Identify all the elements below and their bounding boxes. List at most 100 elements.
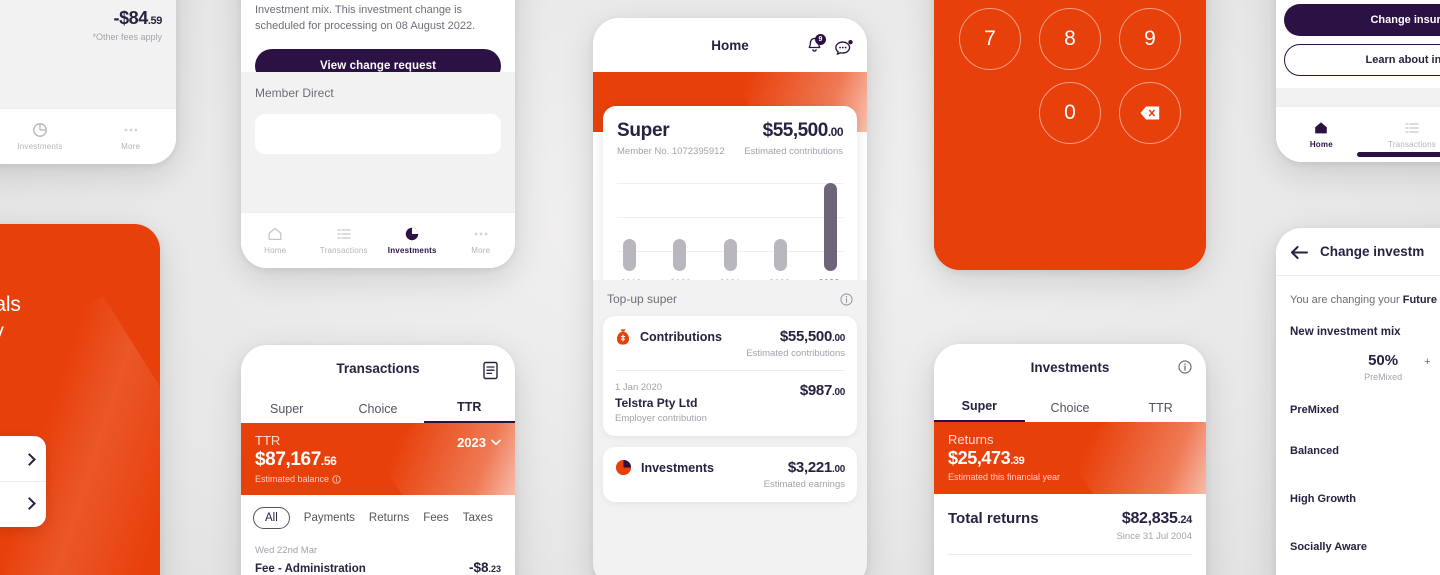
hero-amount: $25,473 (948, 448, 1011, 468)
ttr-balance-hero: TTR $87,167.56 Estimated balance 2023 (241, 423, 515, 495)
phone-transactions-screen: Transactions Super Choice TTR TTR $87,16… (241, 345, 515, 575)
home-indicator (1357, 152, 1440, 157)
list-item[interactable]: ons e app (0, 438, 46, 481)
home-icon (268, 227, 282, 241)
info-icon[interactable] (1178, 360, 1192, 374)
member-number: Member No. 1072395912 (617, 146, 725, 157)
super-summary-card[interactable]: Super Member No. 1072395912 $55,500.00 E… (603, 106, 857, 303)
nav-item-more[interactable]: More (447, 226, 516, 255)
filter-chip-payments[interactable]: Payments (304, 512, 355, 524)
phone-investment-mix-screen: Change investm You are changing your Fut… (1276, 228, 1440, 575)
year-value: 2023 (457, 435, 486, 450)
divider (948, 554, 1192, 555)
info-icon[interactable] (840, 292, 853, 306)
total-returns-row: Total returns $82,835.24 Since 31 Jul 20… (934, 494, 1206, 542)
investments-header: Investments (934, 344, 1206, 390)
total-returns-label: Total returns (948, 510, 1039, 527)
backspace-icon (1140, 106, 1160, 120)
chat-bubble-icon[interactable] (833, 39, 853, 58)
tab-ttr[interactable]: TTR (1115, 401, 1206, 422)
super-amount-cents: .00 (827, 125, 844, 139)
chevron-down-icon (491, 439, 501, 446)
key-7[interactable]: 7 (959, 8, 1021, 70)
nav-item-transactions[interactable]: Transactions (310, 226, 379, 255)
key-delete[interactable] (1119, 82, 1181, 144)
nav-label: Transactions (319, 246, 368, 255)
transaction-row[interactable]: Wed 22nd Mar Fee - Administration -$8.23 (241, 539, 515, 575)
super-heading: Super (617, 120, 670, 141)
hero-amount-cents: .39 (1010, 455, 1025, 467)
key-8[interactable]: 8 (1039, 8, 1101, 70)
change-insurance-button[interactable]: Change insuran (1284, 4, 1440, 36)
divider (615, 370, 845, 371)
mix-note-prefix: You are changing your (1290, 294, 1403, 306)
nav-item-investments[interactable]: Investments (5, 122, 75, 151)
screenshot-canvas: -$84.59 *Other fees apply ons Investment… (0, 0, 1440, 575)
page-title: Home (711, 37, 749, 53)
hero-label: Returns (948, 432, 994, 447)
document-icon[interactable] (482, 361, 499, 380)
numeric-keypad: 7 8 9 0 (934, 8, 1206, 144)
filter-chip-fees[interactable]: Fees (423, 512, 449, 524)
nav-item-more[interactable]: More (96, 122, 166, 151)
key-9[interactable]: 9 (1119, 8, 1181, 70)
nav-label: Investments (387, 246, 437, 255)
investments-amount: $3,221 (787, 459, 832, 476)
notifications-button[interactable]: 9 (805, 34, 826, 60)
money-bag-icon (617, 329, 629, 345)
pie-chart-icon (406, 227, 419, 241)
arrow-left-icon[interactable] (1290, 245, 1308, 260)
entry-date: 1 Jan 2020 (615, 382, 663, 393)
nav-item-investments[interactable]: Investments (378, 226, 447, 255)
filter-chip-returns[interactable]: Returns (369, 512, 409, 524)
investment-mix-header: Change investm (1276, 228, 1440, 276)
hero-amount-cents: .56 (320, 454, 337, 468)
transaction-amount-cents: .23 (488, 564, 501, 574)
entry-amount-cents: .00 (831, 387, 845, 398)
option-row-balanced: Balanced (1290, 438, 1440, 464)
contributions-amount: $55,500 (779, 328, 832, 345)
transaction-date: Wed 22nd Mar (255, 545, 318, 556)
member-direct-label: Member Direct (255, 86, 334, 100)
transaction-name: Fee - Administration (255, 563, 366, 575)
year-selector[interactable]: 2023 (457, 435, 501, 450)
investments-sub: Estimated earnings (763, 479, 845, 490)
group-label-premixed: PreMixed (1290, 404, 1339, 416)
pie-chart-icon (33, 123, 47, 137)
option-label: High Growth (1290, 493, 1356, 505)
fee-footnote: *Other fees apply (92, 32, 162, 42)
contributions-amount-cents: .00 (831, 333, 845, 344)
key-0[interactable]: 0 (1039, 82, 1101, 144)
learn-about-insurance-button[interactable]: Learn about insur (1284, 44, 1440, 76)
contributions-card[interactable]: Contributions $55,500.00 Estimated contr… (603, 316, 857, 436)
ellipsis-icon (474, 232, 488, 236)
super-amount: $55,500 (762, 120, 829, 141)
contributions-bar-chart (617, 171, 843, 271)
chart-bar-2023 (824, 183, 837, 271)
nav-item-transactions[interactable]: Transactions (1377, 120, 1440, 149)
filter-chip-all[interactable]: All (253, 507, 290, 529)
nav-item-home[interactable]: Home (1286, 120, 1356, 149)
tab-choice[interactable]: Choice (332, 402, 423, 423)
list-item[interactable]: Statement bout you (0, 481, 46, 525)
contribution-entry[interactable]: 1 Jan 2020 Telstra Pty Ltd Employer cont… (615, 382, 845, 424)
info-icon[interactable] (332, 474, 341, 484)
returns-hero: Returns $25,473.39 Estimated this financ… (934, 422, 1206, 494)
contributions-label: Contributions (640, 330, 722, 344)
filter-chip-taxes[interactable]: Taxes (463, 512, 493, 524)
entry-description: Employer contribution (615, 413, 707, 424)
change-request-message: You submitted a request to change your I… (255, 3, 476, 32)
nav-item-home[interactable]: Home (241, 226, 310, 255)
tab-super[interactable]: Super (934, 399, 1025, 422)
mix-premixed: 50% PreMixed (1364, 352, 1402, 382)
super-amount-sub: Estimated contributions (744, 146, 843, 157)
investments-card[interactable]: Investments $3,221.00 Estimated earnings (603, 447, 857, 502)
hero-sub: Estimated balance (255, 474, 330, 484)
member-direct-card[interactable] (255, 114, 501, 154)
tab-super[interactable]: Super (241, 402, 332, 423)
transaction-amount: -$8 (468, 560, 489, 575)
tab-choice[interactable]: Choice (1025, 401, 1116, 422)
entry-name: Telstra Pty Ltd (615, 396, 698, 410)
tab-ttr[interactable]: TTR (423, 400, 515, 423)
top-up-super-section: Top-up super Contributions $55,500.00 Es… (593, 280, 867, 575)
